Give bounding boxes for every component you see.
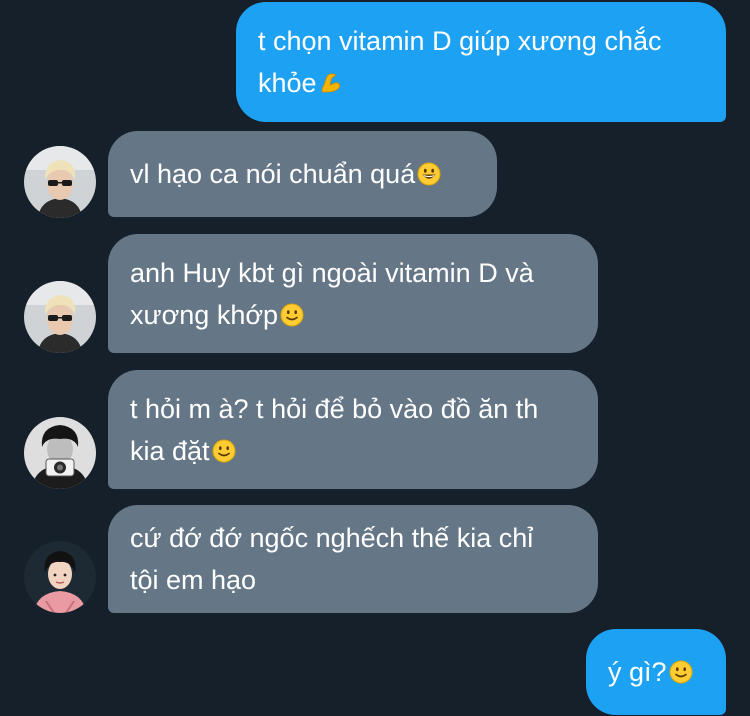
received-message-bubble[interactable]: vl hạo ca nói chuẩn quá (108, 131, 497, 217)
message-text: t chọn vitamin D giúp xương chắc khỏe (258, 26, 662, 98)
chat-screen: { "messages": [ {"id": "m1", "direction"… (0, 0, 750, 716)
grinning-face-icon (417, 162, 441, 186)
message-text: t hỏi m à? t hỏi để bỏ vào đồ ăn th kia … (130, 393, 539, 466)
received-message-bubble[interactable]: cứ đớ đớ ngốc nghếch thế kia chỉ tội em … (108, 505, 598, 613)
slightly-smiling-face-icon (668, 660, 693, 684)
message-text: cứ đớ đớ ngốc nghếch thế kia chỉ tội em … (130, 523, 534, 595)
slightly-smiling-face-icon (211, 438, 236, 463)
avatar[interactable] (24, 541, 96, 613)
avatar-blonde-sunglasses-icon (24, 146, 96, 218)
message-text: ý gì? (608, 651, 693, 693)
avatar-pink-shirt-icon (24, 541, 96, 613)
avatar-camera-bw-icon (24, 417, 96, 489)
sent-message-bubble[interactable]: t chọn vitamin D giúp xương chắc khỏe (236, 2, 726, 122)
avatar[interactable] (24, 146, 96, 218)
flexed-biceps-icon (321, 73, 340, 93)
received-message-bubble[interactable]: t hỏi m à? t hỏi để bỏ vào đồ ăn th kia … (108, 370, 598, 489)
avatar-blonde-sunglasses-icon (24, 281, 96, 353)
avatar[interactable] (24, 417, 96, 489)
message-text: vl hạo ca nói chuẩn quá (130, 153, 441, 195)
avatar[interactable] (24, 281, 96, 353)
message-text: anh Huy kbt gì ngoài vitamin D và xương … (130, 257, 534, 330)
slightly-smiling-face-icon (280, 302, 304, 327)
sent-message-bubble[interactable]: ý gì? (586, 629, 726, 715)
received-message-bubble[interactable]: anh Huy kbt gì ngoài vitamin D và xương … (108, 234, 598, 353)
